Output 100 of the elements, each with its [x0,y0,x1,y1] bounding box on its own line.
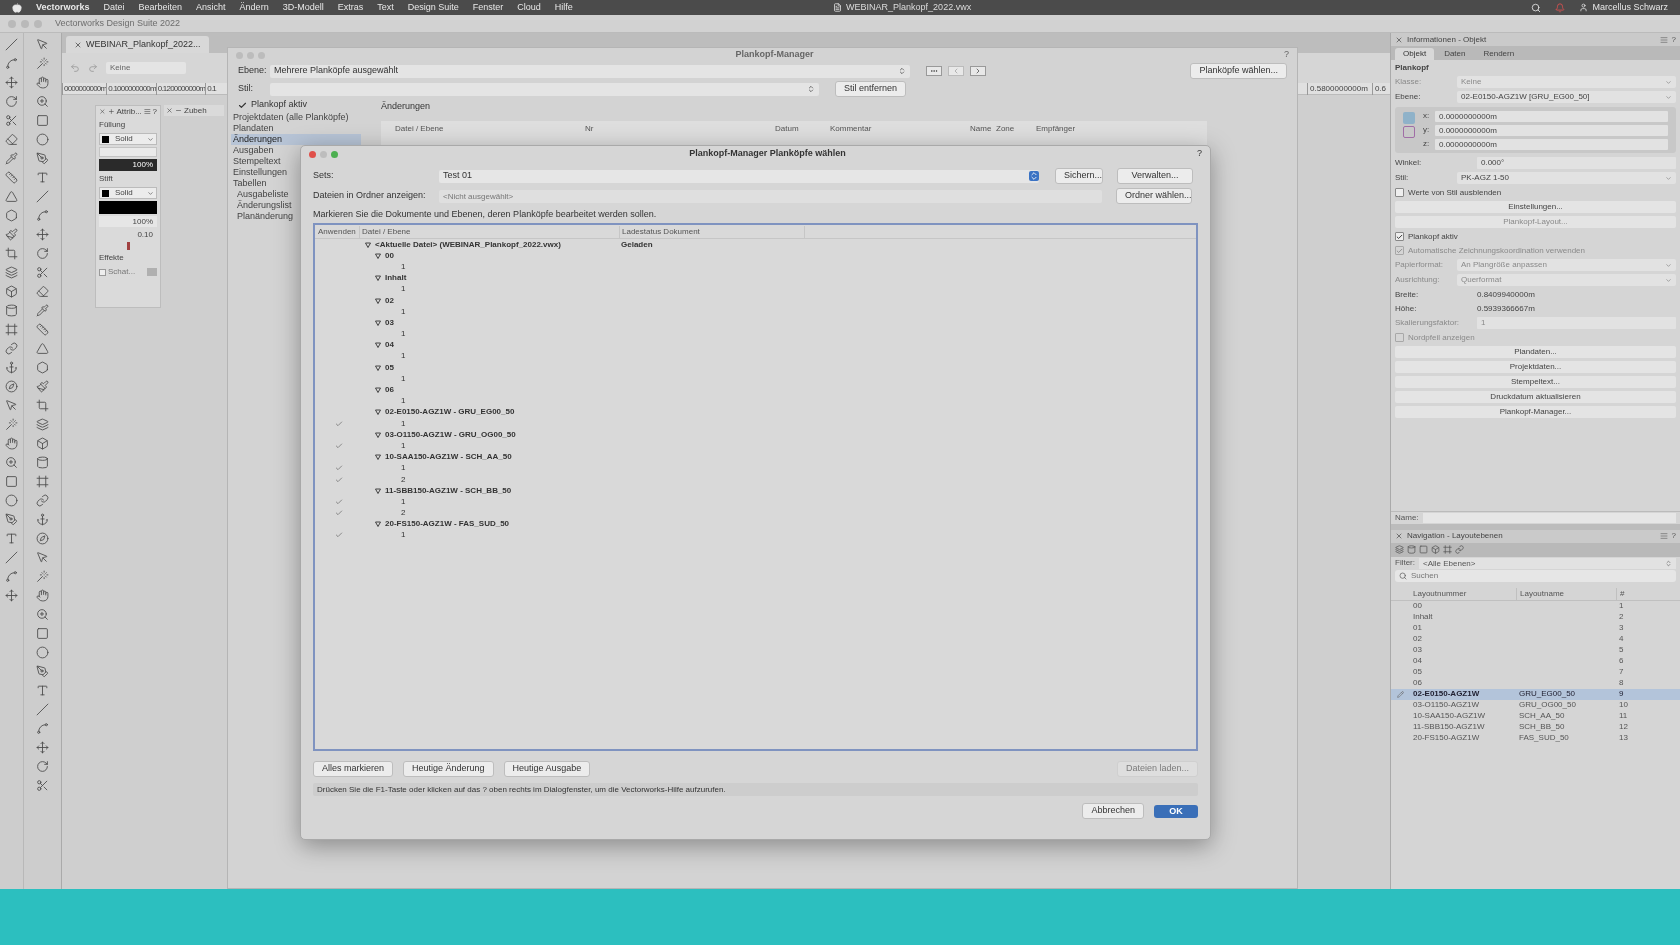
cylinder-icon[interactable] [36,456,49,469]
line-weight-dropdown[interactable]: 0.10 [99,229,157,240]
tree-label[interactable]: <Aktuelle Datei> (WEBINAR_Plankopf_2022.vwx) [375,238,561,251]
expand-arrow[interactable] [375,487,381,494]
hand-icon[interactable] [36,76,49,89]
square-icon[interactable] [5,475,18,488]
rotation-icon[interactable] [1403,126,1415,138]
filter-dropdown[interactable]: <Alle Ebenen> [1419,557,1676,569]
panel-tab[interactable]: Daten [1436,48,1474,60]
layer-row[interactable]: 03-O1150-AGZ1W GRU_OG00_50 10 [1391,699,1680,711]
input-field[interactable]: 0.0000000000m [1435,124,1668,136]
search-field[interactable]: Suchen [1395,569,1676,582]
zoom-icon[interactable] [331,150,338,158]
section-item[interactable]: Plandaten [231,123,361,134]
menu-item[interactable]: Cloud [517,0,541,15]
column-header[interactable]: Datei / Ebene [395,123,585,134]
panel-tab[interactable]: Objekt [1395,48,1435,60]
apply-checkmark[interactable] [335,475,343,484]
expand-arrow[interactable] [375,252,381,259]
section-item[interactable]: Änderungen [231,134,361,145]
panel-button[interactable]: Einstellungen... [1395,201,1676,213]
color-swatch[interactable] [147,268,157,276]
menu-item[interactable]: Fenster [472,0,504,15]
button[interactable]: Heutige Änderung [403,761,494,777]
curve-icon[interactable] [5,57,18,70]
collapse-icon[interactable] [175,107,182,114]
square-icon[interactable] [36,627,49,640]
tree-label[interactable]: 1 [401,283,406,296]
pointer-icon[interactable] [36,551,49,564]
brush-icon[interactable] [36,380,49,393]
help-mark[interactable]: ? [1197,147,1202,161]
cylinder-icon[interactable] [5,304,18,317]
help-mark[interactable]: ? [1671,33,1676,46]
panel-button[interactable]: Projektdaten... [1395,361,1676,373]
column-header[interactable]: Zone [996,123,1036,134]
cube-icon[interactable] [5,285,18,298]
menu-item[interactable]: Vectorworks [36,0,90,15]
wand-icon[interactable] [5,418,18,431]
menu-item[interactable]: 3D-Modell [282,0,324,15]
compass-icon[interactable] [5,380,18,393]
zoom-icon[interactable] [5,456,18,469]
document-tab[interactable]: WEBINAR_Plankopf_2022... [66,36,209,53]
panel-button[interactable]: Plankopf-Manager... [1395,406,1676,418]
checkbox[interactable] [1395,232,1404,241]
layer-row[interactable]: 11-SBB150-AGZ1W SCH_BB_50 12 [1391,721,1680,733]
triangle-icon[interactable] [5,190,18,203]
pen-dropdown[interactable]: Solid [99,187,157,199]
tree-label[interactable]: 1 [401,372,406,385]
menu-icon[interactable] [1659,35,1668,44]
tree-label[interactable]: 02 [385,294,394,307]
rotate-icon[interactable] [36,247,49,260]
ruler-icon[interactable] [36,323,49,336]
tree-label[interactable]: 1 [401,495,406,508]
line-icon[interactable] [36,703,49,716]
expand-arrow[interactable] [365,241,371,248]
tree-label[interactable]: 1 [401,395,406,408]
link-icon[interactable] [36,494,49,507]
crop-icon[interactable] [5,247,18,260]
sets-dropdown[interactable]: Test 01 [439,169,1039,183]
checkbox[interactable] [1395,188,1404,197]
next-button[interactable] [970,66,986,76]
section-item[interactable]: Projektdaten (alle Planköpfe) [231,112,361,123]
tree-label[interactable]: 10-SAA150-AGZ1W - SCH_AA_50 [385,451,512,464]
layer-row[interactable]: 01 3 [1391,622,1680,634]
tree-label[interactable]: 1 [401,260,406,273]
dropdown[interactable]: PK-AGZ 1-50 [1457,172,1676,184]
button[interactable]: Ordner wählen... [1116,188,1192,204]
add-icon[interactable] [107,108,115,115]
checkbox[interactable] [238,100,247,110]
expand-arrow[interactable] [375,342,381,349]
tree-label[interactable]: 2 [401,507,406,520]
text-icon[interactable] [36,171,49,184]
zoom-icon[interactable] [36,608,49,621]
compass-icon[interactable] [36,532,49,545]
apply-checkmark[interactable] [335,509,343,518]
tree-label[interactable]: 1 [401,462,406,475]
ruler-icon[interactable] [5,171,18,184]
hand-icon[interactable] [5,437,18,450]
input-field[interactable]: 0.000° [1477,157,1676,169]
panel-button[interactable]: Plandaten... [1395,346,1676,358]
layers-icon[interactable] [1395,545,1404,554]
close-icon[interactable] [309,150,316,158]
menu-item[interactable]: Ändern [239,0,269,15]
pipette-icon[interactable] [5,152,18,165]
layer-row[interactable]: 02-E0150-AGZ1W GRU_EG00_50 9 [1391,688,1680,700]
tree-label[interactable]: 03-O1150-AGZ1W - GRU_OG00_50 [385,428,516,441]
layer-row[interactable]: 02 4 [1391,633,1680,645]
layers-icon[interactable] [36,418,49,431]
scissors-icon[interactable] [36,779,49,792]
pen-icon[interactable] [5,513,18,526]
layer-row[interactable]: 20-FS150-AGZ1W FAS_SUD_50 13 [1391,732,1680,744]
close-icon[interactable] [1395,35,1403,44]
menu-item[interactable]: Extras [337,0,364,15]
line-icon[interactable] [36,190,49,203]
column-header[interactable]: Empfänger [1036,123,1096,134]
cube-icon[interactable] [36,437,49,450]
user-icon[interactable] [1579,3,1589,12]
panel-tab[interactable]: Rendern [1475,48,1523,60]
brush-icon[interactable] [5,228,18,241]
column-header[interactable]: Datum [775,123,830,134]
